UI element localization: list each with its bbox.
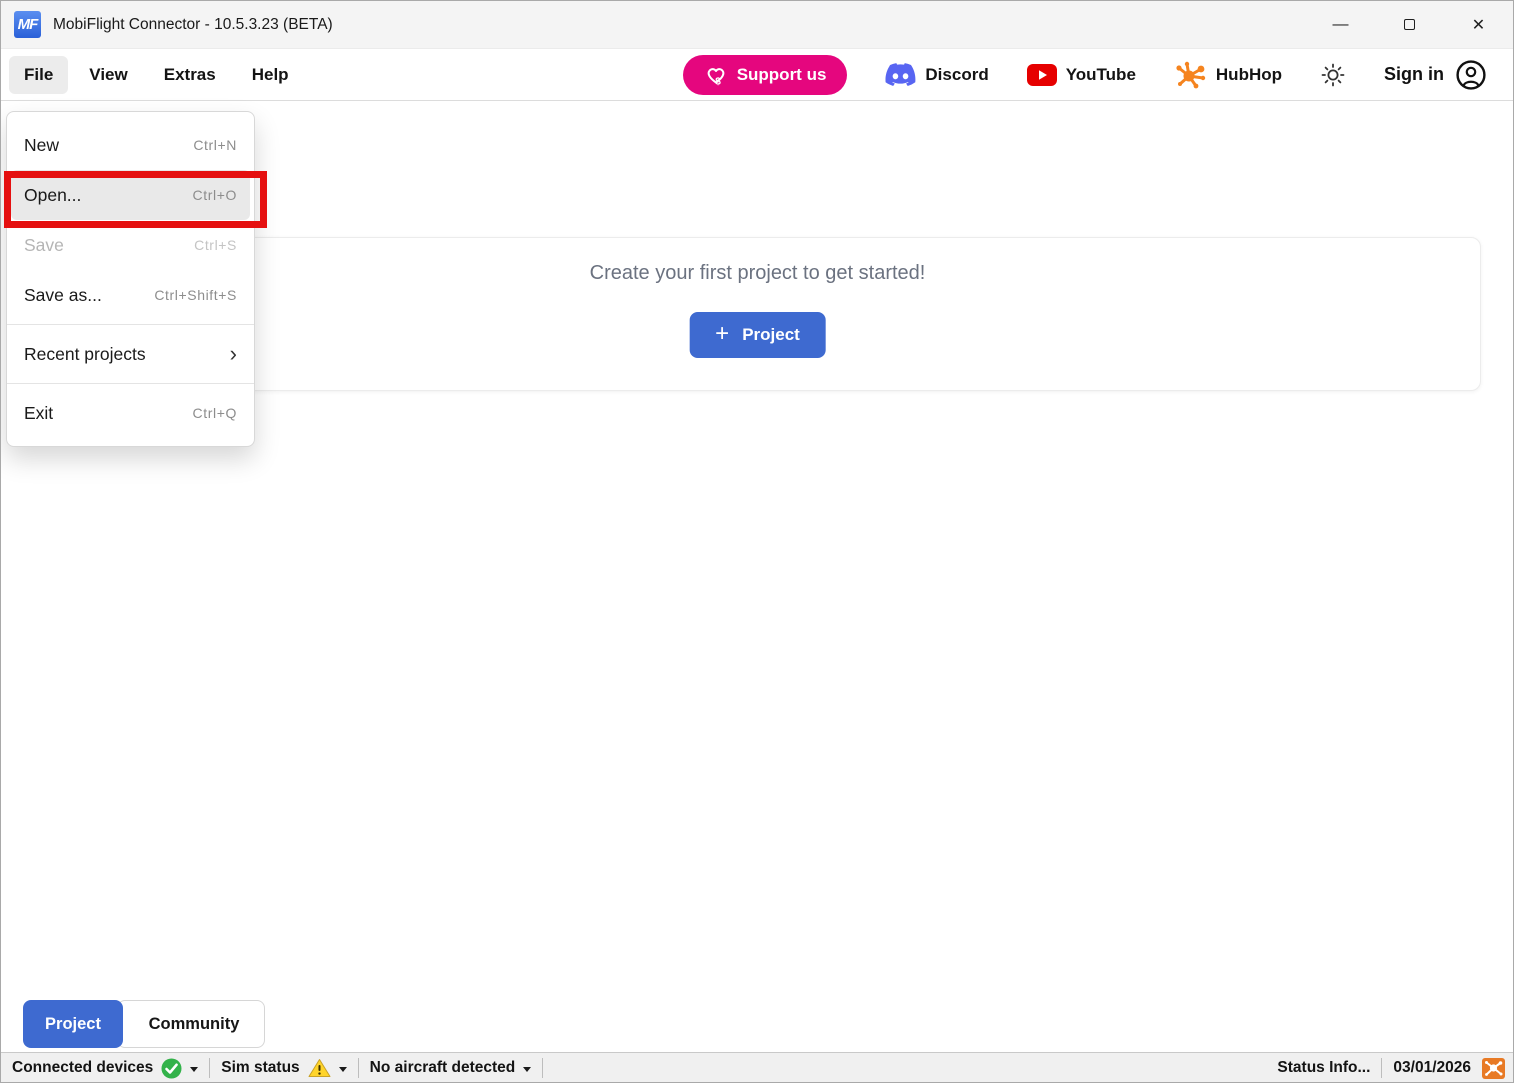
menu-item-label: New [24, 135, 59, 156]
menu-view[interactable]: View [74, 56, 142, 94]
menu-item-exit[interactable]: Exit Ctrl+Q [7, 388, 254, 438]
heart-dollar-icon: $ [704, 64, 728, 86]
file-menu-dropdown: New Ctrl+N Open... Ctrl+O Save Ctrl+S Sa… [6, 111, 255, 447]
maximize-icon [1404, 19, 1415, 30]
window-controls: — ✕ [1306, 1, 1513, 48]
bottom-tabs: Project Community [23, 1000, 265, 1048]
support-us-label: Support us [737, 65, 827, 85]
hubhop-link[interactable]: HubHop [1174, 60, 1282, 90]
connected-devices-label: Connected devices [12, 1059, 153, 1077]
discord-icon [885, 63, 916, 87]
status-bar: Connected devices Sim status No aircraft… [1, 1052, 1513, 1083]
tab-project[interactable]: Project [23, 1000, 123, 1048]
statusbar-right: Status Info... 03/01/2026 [1277, 1058, 1513, 1079]
add-project-button[interactable]: + Project [689, 312, 826, 358]
menu-item-shortcut: Ctrl+Shift+S [154, 287, 237, 303]
menu-separator [7, 383, 254, 384]
sim-status[interactable]: Sim status [210, 1058, 357, 1078]
status-date: 03/01/2026 [1393, 1059, 1471, 1077]
menu-item-new[interactable]: New Ctrl+N [7, 120, 254, 170]
maximize-button[interactable] [1375, 1, 1444, 48]
support-us-button[interactable]: $ Support us [683, 55, 848, 95]
check-circle-icon [161, 1058, 182, 1079]
minimize-button[interactable]: — [1306, 1, 1375, 48]
tab-community[interactable]: Community [117, 1000, 265, 1048]
discord-link[interactable]: Discord [885, 63, 988, 87]
app-logo-icon: MF [14, 11, 41, 38]
youtube-link[interactable]: YouTube [1027, 64, 1136, 86]
menu-item-label: Save as... [24, 285, 102, 306]
menu-help[interactable]: Help [237, 56, 304, 94]
menu-item-label: Recent projects [24, 344, 146, 365]
menu-file[interactable]: File [9, 56, 68, 94]
discord-label: Discord [925, 65, 988, 85]
menu-item-recent-projects[interactable]: Recent projects › [7, 329, 254, 379]
aircraft-status[interactable]: No aircraft detected [359, 1059, 543, 1077]
dropdown-arrow-icon [523, 1067, 531, 1072]
youtube-icon [1027, 64, 1057, 86]
aircraft-status-label: No aircraft detected [370, 1059, 516, 1077]
close-button[interactable]: ✕ [1444, 1, 1513, 48]
title-bar: MF MobiFlight Connector - 10.5.3.23 (BET… [1, 1, 1513, 48]
sun-icon [1320, 62, 1346, 88]
dropdown-arrow-icon [190, 1067, 198, 1072]
toolbar-right: $ Support us Discord YouTube [683, 55, 1487, 95]
svg-text:$: $ [715, 76, 721, 86]
menubar: File View Extras Help [9, 56, 304, 94]
dropdown-arrow-icon [339, 1067, 347, 1072]
menu-item-label: Save [24, 235, 64, 256]
sim-status-label: Sim status [221, 1059, 299, 1077]
minimize-icon: — [1333, 16, 1349, 34]
account-icon [1455, 59, 1487, 91]
toolbar: File View Extras Help $ Support us Disco… [1, 48, 1513, 101]
sign-in-label: Sign in [1384, 64, 1444, 85]
hubhop-icon [1174, 60, 1207, 90]
hubhop-label: HubHop [1216, 65, 1282, 85]
app-window: MF MobiFlight Connector - 10.5.3.23 (BET… [0, 0, 1514, 1083]
menu-item-shortcut: Ctrl+Q [193, 405, 237, 421]
statusbar-divider [542, 1058, 543, 1078]
add-project-label: Project [742, 325, 800, 345]
menu-item-save-as[interactable]: Save as... Ctrl+Shift+S [7, 270, 254, 320]
annotation-highlight-box [4, 171, 267, 228]
youtube-label: YouTube [1066, 65, 1136, 85]
chevron-right-icon: › [230, 343, 237, 365]
plus-icon: + [715, 322, 729, 346]
theme-toggle-button[interactable] [1320, 62, 1346, 88]
menu-separator [7, 324, 254, 325]
menu-item-shortcut: Ctrl+N [193, 137, 237, 153]
mobiflight-orange-icon [1482, 1058, 1505, 1079]
menu-extras[interactable]: Extras [149, 56, 231, 94]
status-info-link[interactable]: Status Info... [1277, 1059, 1370, 1077]
menu-item-label: Exit [24, 403, 53, 424]
menu-item-shortcut: Ctrl+S [194, 237, 237, 253]
statusbar-divider [1381, 1058, 1382, 1078]
close-icon: ✕ [1472, 15, 1485, 35]
warning-icon [308, 1058, 331, 1078]
window-title: MobiFlight Connector - 10.5.3.23 (BETA) [53, 16, 333, 34]
connected-devices-status[interactable]: Connected devices [1, 1058, 209, 1079]
sign-in-button[interactable]: Sign in [1384, 59, 1487, 91]
